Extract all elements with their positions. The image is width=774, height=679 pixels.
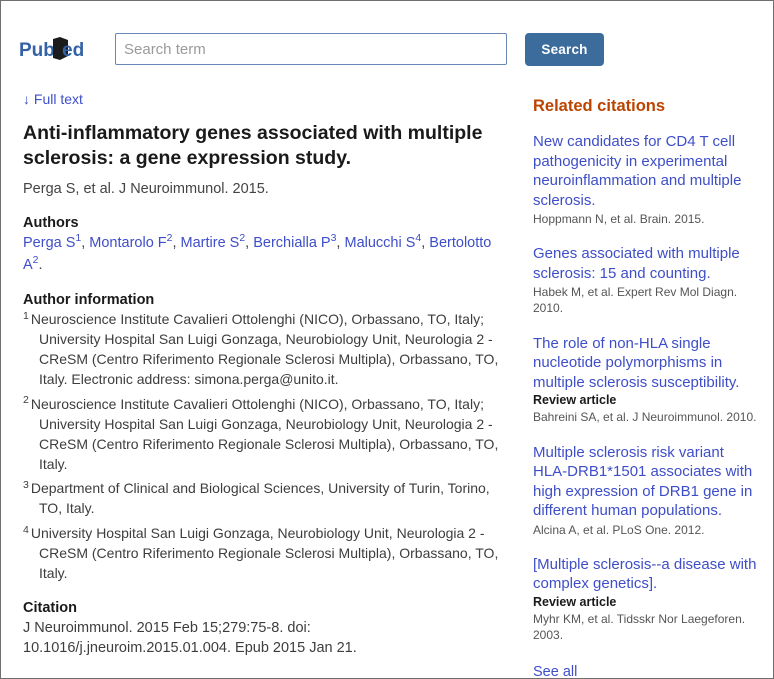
related-citation-item: The role of non-HLA single nucleotide po… (533, 334, 759, 426)
affiliation-number: 1 (23, 309, 29, 322)
related-citation-item: Genes associated with multiple sclerosis… (533, 244, 759, 316)
svg-text:ed: ed (62, 40, 84, 61)
related-citation-meta: Alcina A, et al. PLoS One. 2012. (533, 522, 705, 537)
affiliation-item: 4 University Hospital San Luigi Gonzaga, … (23, 524, 515, 584)
affiliation-text: University Hospital San Luigi Gonzaga, N… (30, 525, 499, 581)
site-header: Pub ed Search (1, 1, 773, 75)
related-citation-meta: Habek M, et al. Expert Rev Mol Diagn. 20… (533, 285, 738, 316)
affiliation-item: 2 Neuroscience Institute Cavalieri Ottole… (23, 395, 515, 475)
content-columns: ↓ Full text Anti-inflammatory genes asso… (1, 75, 773, 678)
author-name: Montarolo F (89, 234, 167, 251)
article-title: Anti-inflammatory genes associated with … (23, 122, 483, 169)
authors-list: Perga S1, Montarolo F2, Martire S2, Berc… (23, 233, 503, 277)
related-citations-column: Related citations New candidates for CD4… (521, 75, 773, 678)
search-input[interactable] (115, 33, 507, 65)
related-citation-meta: Myhr KM, et al. Tidsskr Nor Laegeforen. … (533, 611, 746, 643)
author-information-heading: Author information (23, 292, 155, 309)
related-citation-title-link[interactable]: Genes associated with multiple sclerosis… (533, 244, 759, 283)
related-citation-item: New candidates for CD4 T cell pathogenic… (533, 132, 759, 227)
author-link[interactable]: Malucchi S4 (344, 233, 421, 251)
download-arrow-icon: ↓ (23, 91, 30, 107)
author-name: Berchialla P (253, 234, 331, 251)
author-link[interactable]: Martire S2 (180, 233, 246, 251)
affiliation-number: 2 (23, 394, 29, 407)
author-name: Malucchi S (344, 234, 416, 251)
author-link[interactable]: Berchialla P3 (253, 233, 336, 251)
author-link[interactable]: Perga S1 (23, 233, 81, 251)
related-citation-title-link[interactable]: Multiple sclerosis risk variant HLA-DRB1… (533, 443, 759, 521)
related-citation-title-link[interactable]: The role of non-HLA single nucleotide po… (533, 334, 759, 393)
related-citation-meta: Hoppmann N, et al. Brain. 2015. (533, 212, 705, 226)
svg-text:Pub: Pub (19, 40, 55, 61)
related-citation-item: Multiple sclerosis risk variant HLA-DRB1… (533, 443, 759, 538)
related-citation-item: [Multiple sclerosis--a disease with comp… (533, 555, 759, 644)
full-text-label: Full text (33, 91, 83, 107)
affiliation-number: 3 (23, 478, 29, 491)
affiliation-number: 4 (23, 523, 29, 536)
affiliation-item: 3 Department of Clinical and Biological S… (23, 479, 515, 519)
related-citation-tag: Review article (533, 594, 617, 609)
affiliation-text: Neuroscience Institute Cavalieri Ottolen… (30, 311, 499, 388)
author-name: Perga S (23, 234, 76, 251)
author-separator: , (172, 234, 181, 251)
article-main-column: ↓ Full text Anti-inflammatory genes asso… (1, 75, 521, 678)
author-link[interactable]: Montarolo F2 (89, 233, 172, 251)
affiliation-text: Department of Clinical and Biological Sc… (30, 480, 490, 517)
authors-heading: Authors (23, 214, 79, 231)
search-button[interactable]: Search (525, 32, 604, 66)
full-text-link[interactable]: ↓ Full text (23, 91, 83, 107)
citation-heading: Citation (23, 599, 77, 616)
related-citation-meta: Bahreini SA, et al. J Neuroimmunol. 2010… (533, 410, 757, 425)
related-citation-title-link[interactable]: [Multiple sclerosis--a disease with comp… (533, 555, 759, 594)
related-citation-tag: Review article (533, 393, 617, 408)
citation-text: J Neuroimmunol. 2015 Feb 15;279:75-8. do… (23, 619, 357, 657)
affiliation-item: 1 Neuroscience Institute Cavalieri Ottole… (23, 310, 515, 390)
see-all-link[interactable]: See all (533, 664, 577, 678)
related-citations-heading: Related citations (533, 97, 666, 115)
affiliation-text: Neuroscience Institute Cavalieri Ottolen… (30, 395, 499, 472)
related-citation-title-link[interactable]: New candidates for CD4 T cell pathogenic… (533, 132, 759, 210)
article-source-line: Perga S, et al. J Neuroimmunol. 2015. (23, 180, 269, 197)
affiliation-list: 1 Neuroscience Institute Cavalieri Ottole… (23, 310, 521, 583)
author-name: Martire S (180, 234, 240, 251)
author-separator: . (38, 256, 43, 273)
pubmed-logo[interactable]: Pub ed (19, 34, 107, 64)
pubmed-article-page: Pub ed Search ↓ Full text Anti-inflammat… (0, 0, 774, 679)
